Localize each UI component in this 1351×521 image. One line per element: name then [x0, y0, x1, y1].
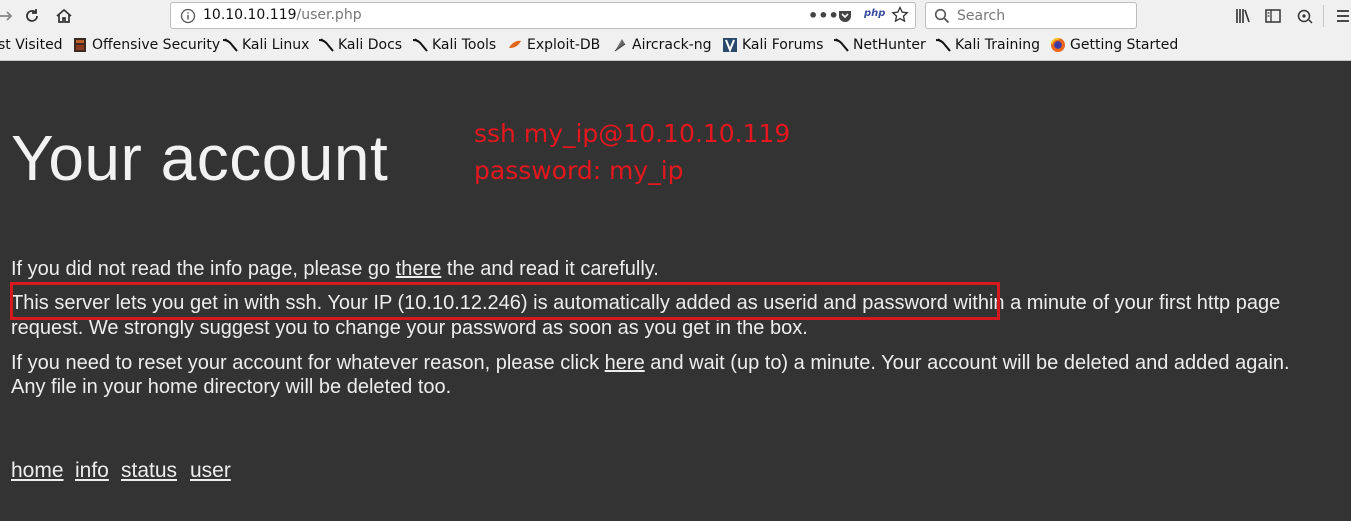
url-path: /user.php — [296, 7, 362, 23]
bookmark-most-visited[interactable]: st Visited — [0, 37, 63, 53]
bookmark-kali-docs[interactable]: Kali Docs — [318, 37, 402, 53]
bookmark-kali-tools[interactable]: Kali Tools — [412, 37, 496, 53]
aircrack-icon — [612, 37, 628, 53]
bookmark-kali-linux[interactable]: Kali Linux — [222, 37, 309, 53]
offsec-icon — [72, 37, 88, 53]
bookmark-nethunter[interactable]: NetHunter — [833, 37, 926, 53]
firefox-icon — [1050, 37, 1066, 53]
footer-link-status[interactable]: status — [121, 459, 177, 483]
page-actions-icon[interactable]: ••• — [808, 6, 839, 25]
info-text-before: If you did not read the info page, pleas… — [11, 258, 396, 280]
bookmark-label: Kali Training — [955, 37, 1040, 53]
reset-text-after: and wait (up to) a minute. Your account … — [644, 352, 1290, 374]
kali-dragon-icon — [833, 37, 849, 53]
pocket-icon[interactable] — [837, 8, 853, 28]
bookmark-aircrack-ng[interactable]: Aircrack-ng — [612, 37, 712, 53]
bookmark-label: Kali Linux — [242, 37, 310, 53]
reset-text-before: If you need to reset your account for wh… — [11, 352, 605, 374]
bookmark-label: NetHunter — [853, 37, 926, 53]
red-highlight-box — [10, 282, 1000, 320]
forward-icon[interactable] — [0, 4, 18, 28]
kali-dragon-icon — [222, 37, 238, 53]
menu-icon[interactable] — [1331, 4, 1351, 28]
url-bar[interactable]: 10.10.10.119/user.php ••• php — [170, 2, 916, 29]
search-bar[interactable]: Search — [925, 2, 1137, 29]
bookmark-label: Offensive Security — [92, 37, 221, 53]
bookmark-kali-training[interactable]: Kali Training — [935, 37, 1040, 53]
url-text[interactable]: 10.10.10.119/user.php — [203, 7, 362, 23]
annotation-password: password: my_ip — [474, 156, 684, 185]
bookmark-offensive-security[interactable]: Offensive Security — [72, 37, 220, 53]
kali-dragon-icon — [935, 37, 951, 53]
bookmark-exploit-db[interactable]: Exploit-DB — [507, 37, 600, 53]
page-title: Your account — [11, 122, 389, 194]
footer-link-info[interactable]: info — [75, 459, 109, 483]
bookmark-getting-started[interactable]: Getting Started — [1050, 37, 1178, 53]
reload-icon[interactable] — [20, 4, 44, 28]
sidebar-icon[interactable] — [1261, 4, 1285, 28]
bookmarks-toolbar: st Visited Offensive Security Kali Linux… — [0, 32, 1351, 61]
annotation-ssh-command: ssh my_ip@10.10.10.119 — [474, 119, 791, 148]
bookmark-label: Kali Forums — [742, 37, 824, 53]
bookmark-kali-forums[interactable]: Kali Forums — [722, 37, 823, 53]
bookmark-label: Exploit-DB — [527, 37, 601, 53]
bookmark-label: st Visited — [0, 37, 63, 53]
bookmark-star-icon[interactable] — [891, 5, 909, 28]
exploit-db-icon — [507, 37, 523, 53]
kali-dragon-icon — [318, 37, 334, 53]
bookmark-label: Kali Tools — [432, 37, 497, 53]
info-text-after: the and read it carefully. — [441, 258, 659, 280]
toolbar-divider — [1323, 5, 1324, 27]
bookmark-label: Getting Started — [1070, 37, 1179, 53]
screenshot-icon[interactable] — [1293, 4, 1317, 28]
bookmark-label: Kali Docs — [338, 37, 403, 53]
footer-link-home[interactable]: home — [11, 459, 64, 483]
search-placeholder: Search — [957, 8, 1006, 24]
search-icon — [934, 8, 950, 28]
here-link[interactable]: here — [605, 352, 645, 374]
home-icon[interactable] — [52, 4, 76, 28]
bookmark-label: Aircrack-ng — [632, 37, 712, 53]
info-icon[interactable] — [180, 8, 196, 28]
kali-dragon-icon — [412, 37, 428, 53]
reset-paragraph: If you need to reset your account for wh… — [11, 351, 1290, 375]
url-host: 10.10.10.119 — [203, 7, 297, 23]
there-link[interactable]: there — [396, 258, 442, 280]
php-extension-icon[interactable]: php — [864, 8, 885, 19]
kali-forums-icon — [722, 37, 738, 53]
footer-link-user[interactable]: user — [190, 459, 231, 483]
info-paragraph: If you did not read the info page, pleas… — [11, 257, 659, 281]
page-content: Your account ssh my_ip@10.10.10.119 pass… — [0, 61, 1351, 521]
library-icon[interactable] — [1231, 4, 1255, 28]
browser-navbar: 10.10.10.119/user.php ••• php Search — [0, 0, 1351, 32]
reset-paragraph-line2: Any file in your home directory will be … — [11, 376, 452, 398]
